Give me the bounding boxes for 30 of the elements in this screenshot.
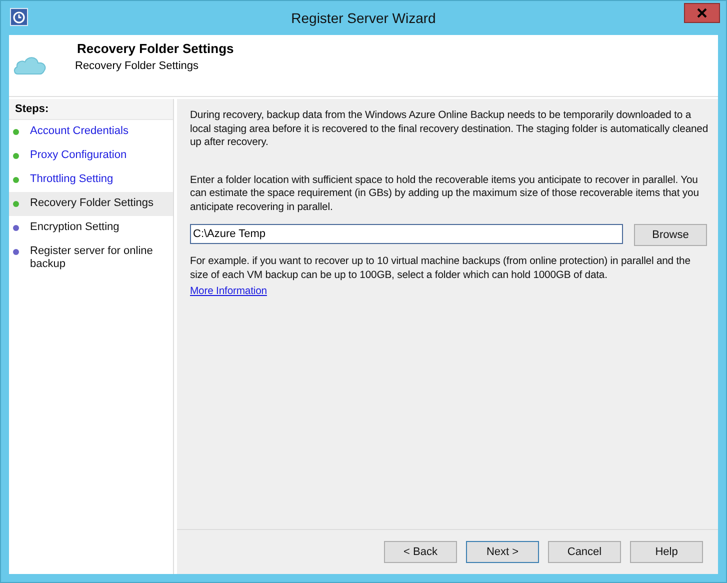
- step-label: Register server for online backup: [30, 245, 154, 271]
- example-text: For example. if you want to recover up to 10 virtual machine backups (from online protection) in parallel and the size of each VM backup can be up to 100GB, select a folder which can hold 1000GB of data.: [190, 255, 692, 282]
- close-button[interactable]: [684, 3, 720, 23]
- wizard-button[interactable]: < Back: [384, 541, 457, 563]
- browse-button[interactable]: Browse: [634, 224, 707, 246]
- step-item[interactable]: Encryption Setting: [9, 216, 173, 240]
- steps-heading: Steps:: [9, 99, 173, 120]
- page-title: Recovery Folder Settings: [77, 41, 234, 56]
- step-item[interactable]: Throttling Setting: [9, 168, 173, 192]
- close-icon: [697, 8, 707, 18]
- step-label: Account Credentials: [30, 125, 128, 138]
- step-label: Throttling Setting: [30, 173, 114, 186]
- wizard-button[interactable]: Next >: [466, 541, 539, 563]
- page-subtitle: Recovery Folder Settings: [75, 60, 200, 72]
- app-clock-icon: [10, 8, 28, 26]
- folder-path-field[interactable]: C:\Azure Temp: [190, 224, 623, 244]
- step-item[interactable]: Account Credentials: [9, 120, 173, 144]
- wizard-button[interactable]: Cancel: [548, 541, 621, 563]
- step-item[interactable]: Proxy Configuration: [9, 144, 173, 168]
- wizard-button[interactable]: Help: [630, 541, 703, 563]
- instruction-text: Enter a folder location with sufficient space to hold the recoverable items you anticipate to recover in parallel. You can estimate the space requirement (in GBs) by adding up the maximum size of those recoverable items that you anticipate recovering in parallel.: [190, 174, 700, 214]
- window-title: Register Server Wizard: [290, 10, 437, 26]
- step-label: Proxy Configuration: [30, 149, 127, 162]
- step-label: Recovery Folder Settings: [30, 197, 154, 210]
- intro-text: During recovery, backup data from the Windows Azure Online Backup needs to be temporarily downloaded to a local staging area before it is recovered to the final recovery destination. The staging folder is automatically cleaned up after recovery.: [190, 109, 710, 150]
- step-item[interactable]: Recovery Folder Settings: [9, 192, 173, 216]
- more-information-link[interactable]: More Information: [190, 286, 267, 297]
- cloud-icon: [13, 55, 47, 75]
- step-item[interactable]: Register server for online backup: [9, 240, 173, 276]
- step-label: Encryption Setting: [30, 221, 120, 234]
